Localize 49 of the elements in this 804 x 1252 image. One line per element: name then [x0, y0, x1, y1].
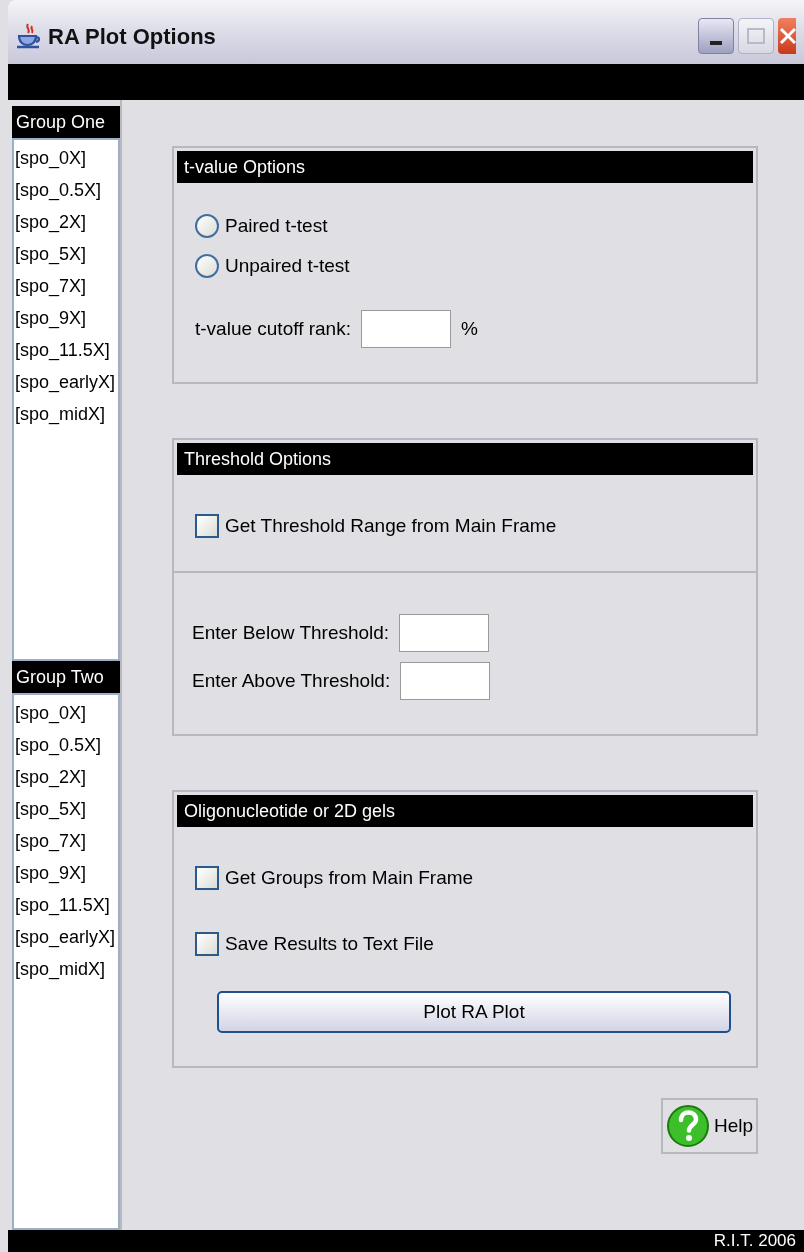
checkbox[interactable]: [195, 932, 219, 956]
list-item[interactable]: [spo_9X]: [14, 857, 118, 889]
checkbox[interactable]: [195, 866, 219, 890]
panel-title: Oligonucleotide or 2D gels: [177, 795, 753, 827]
list-item[interactable]: [spo_earlyX]: [14, 921, 118, 953]
list-item[interactable]: [spo_7X]: [14, 825, 118, 857]
radio-label: Unpaired t-test: [225, 253, 350, 278]
checkbox[interactable]: [195, 514, 219, 538]
input-field[interactable]: [400, 662, 491, 700]
panel-title: t-value Options: [177, 151, 753, 183]
list-item[interactable]: [spo_11.5X]: [14, 889, 118, 921]
status-text: R.I.T. 2006: [713, 1231, 796, 1251]
help-icon: [665, 1104, 710, 1148]
window-title: RA Plot Options: [48, 22, 216, 51]
list-item[interactable]: [spo_2X]: [14, 761, 118, 793]
radio-button[interactable]: [195, 254, 219, 278]
list-item[interactable]: [spo_9X]: [14, 302, 118, 334]
minimize-button[interactable]: [698, 18, 734, 54]
group-header: Group Two: [12, 661, 120, 693]
panel-title: Threshold Options: [177, 443, 753, 475]
list-item[interactable]: [spo_2X]: [14, 206, 118, 238]
list-item[interactable]: [spo_5X]: [14, 238, 118, 270]
close-button[interactable]: [778, 18, 796, 54]
list-item[interactable]: [spo_11.5X]: [14, 334, 118, 366]
list-item[interactable]: [spo_7X]: [14, 270, 118, 302]
list-item[interactable]: [spo_midX]: [14, 953, 118, 985]
unit-label: %: [460, 316, 478, 341]
field-label: Enter Below Threshold:: [192, 620, 390, 645]
help-button[interactable]: Help: [660, 1098, 758, 1154]
checkbox-label: Save Results to Text File: [225, 931, 434, 956]
field-label: t-value cutoff rank:: [195, 316, 351, 341]
group-header: Group One: [12, 106, 120, 138]
input-field[interactable]: [360, 310, 451, 348]
list-item[interactable]: [spo_midX]: [14, 398, 118, 430]
plot-button[interactable]: Plot RA Plot: [217, 991, 731, 1033]
input-field[interactable]: [399, 614, 490, 652]
list-item[interactable]: [spo_0X]: [14, 697, 118, 729]
list-item[interactable]: [spo_0X]: [14, 142, 118, 174]
list-item[interactable]: [spo_earlyX]: [14, 366, 118, 398]
checkbox-label: Get Threshold Range from Main Frame: [225, 513, 557, 538]
close-icon: [778, 26, 796, 46]
list-item[interactable]: [spo_5X]: [14, 793, 118, 825]
radio-button[interactable]: [195, 214, 219, 238]
field-label: Enter Above Threshold:: [192, 668, 391, 693]
list-item[interactable]: [spo_0.5X]: [14, 729, 118, 761]
list-item[interactable]: [spo_0.5X]: [14, 174, 118, 206]
checkbox-label: Get Groups from Main Frame: [225, 865, 474, 890]
coffee-cup-icon: [16, 22, 42, 50]
radio-label: Paired t-test: [225, 213, 328, 238]
